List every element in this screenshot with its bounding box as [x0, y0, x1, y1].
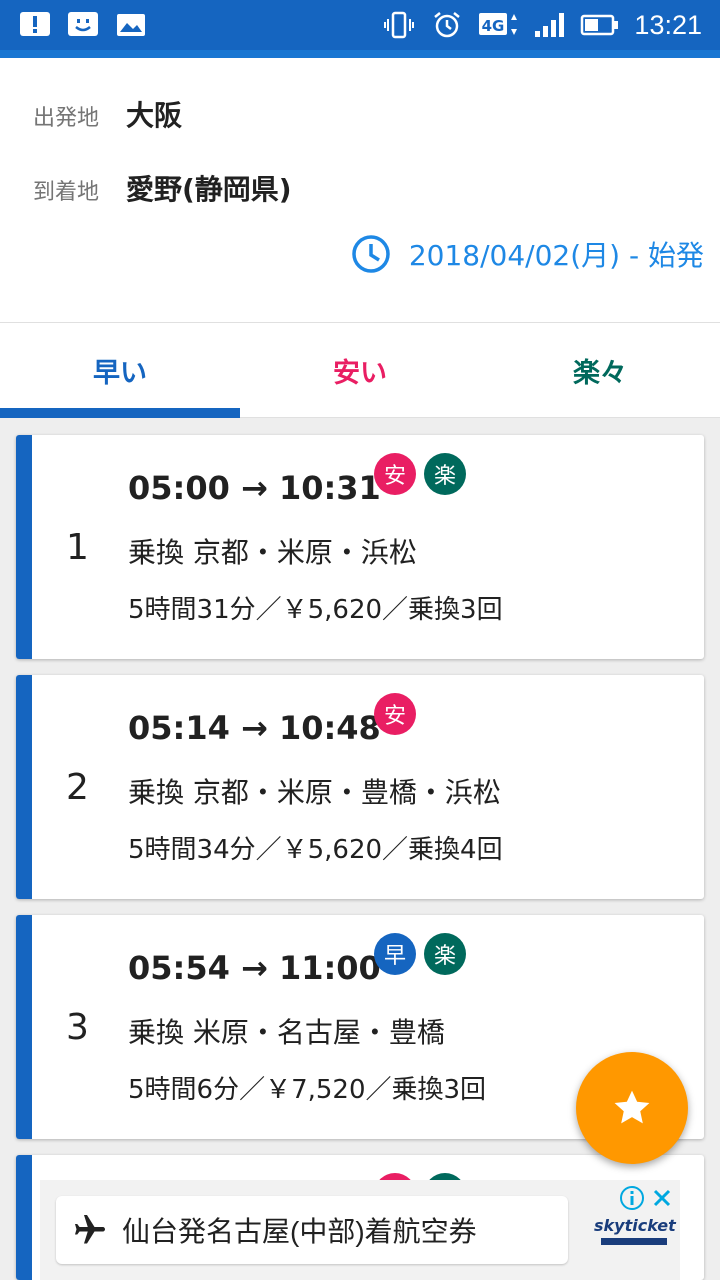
- ad-content[interactable]: 仙台発名古屋(中部)着航空券: [56, 1196, 568, 1264]
- search-summary[interactable]: 出発地 大阪 到着地 愛野(静岡県) 2018/04/02(月) - 始発: [0, 58, 720, 322]
- route-badges: 安: [374, 693, 416, 735]
- card-accent: [16, 1155, 32, 1280]
- alarm-icon: [430, 10, 464, 40]
- arrival-label: 到着地: [33, 180, 100, 205]
- route-transfers: 乗換 京都・米原・浜松: [128, 536, 417, 569]
- signal-icon: [532, 10, 566, 40]
- badge-cheap: 安: [374, 693, 416, 735]
- ad-close-icon[interactable]: [648, 1184, 676, 1212]
- route-number: 2: [66, 767, 89, 808]
- battery-icon: [580, 10, 620, 40]
- badge-cheap: 安: [374, 453, 416, 495]
- badge-easy: 楽: [424, 933, 466, 975]
- tab-cheap[interactable]: 安い: [240, 323, 480, 417]
- status-time: 13:21: [634, 9, 702, 40]
- arrival-value: 愛野(静岡県): [126, 173, 292, 206]
- route-times: 05:54 → 11:00: [128, 949, 381, 987]
- route-transfers: 乗換 京都・米原・豊橋・浜松: [128, 776, 501, 809]
- svg-text:4G: 4G: [482, 17, 505, 35]
- favorite-button[interactable]: [576, 1052, 688, 1164]
- ad-brand-strip: [601, 1238, 667, 1245]
- arrival-row[interactable]: 到着地 愛野(静岡県): [33, 168, 292, 208]
- network-4g-icon: 4G: [478, 10, 518, 40]
- header-strip: [0, 50, 720, 58]
- route-times: 05:00 → 10:31: [128, 469, 381, 507]
- image-icon: [114, 10, 148, 40]
- tab-easy-label: 楽々: [573, 357, 627, 389]
- departure-row[interactable]: 出発地 大阪: [33, 94, 182, 134]
- status-right-icons: 4G 13:21: [382, 10, 702, 41]
- sort-tabs: 早い 安い 楽々: [0, 322, 720, 418]
- route-badges: 安 楽: [374, 453, 466, 495]
- vibrate-icon: [382, 10, 416, 40]
- card-accent: [16, 435, 32, 659]
- ad-banner[interactable]: 仙台発名古屋(中部)着航空券 skyticket: [40, 1180, 680, 1280]
- tab-easy[interactable]: 楽々: [480, 323, 720, 417]
- datetime-row[interactable]: 2018/04/02(月) - 始発: [351, 234, 704, 274]
- route-summary: 5時間34分／￥5,620／乗換4回: [128, 835, 503, 865]
- route-times: 05:14 → 10:48: [128, 709, 381, 747]
- route-badges: 早 楽: [374, 933, 466, 975]
- status-left-icons: [18, 10, 148, 40]
- clock-icon: [351, 234, 391, 274]
- tab-fast[interactable]: 早い: [0, 323, 240, 417]
- route-transfers: 乗換 米原・名古屋・豊橋: [128, 1016, 445, 1049]
- route-summary: 5時間6分／￥7,520／乗換3回: [128, 1075, 487, 1105]
- airplane-icon: [72, 1212, 108, 1248]
- departure-label: 出発地: [33, 106, 100, 131]
- ad-info-icon[interactable]: [618, 1184, 646, 1212]
- tab-fast-label: 早い: [93, 357, 147, 389]
- badge-easy: 楽: [424, 453, 466, 495]
- card-accent: [16, 675, 32, 899]
- card-accent: [16, 915, 32, 1139]
- route-number: 3: [66, 1007, 89, 1048]
- tab-indicator: [0, 408, 240, 418]
- route-summary: 5時間31分／￥5,620／乗換3回: [128, 595, 503, 625]
- badge-fast: 早: [374, 933, 416, 975]
- alert-icon: [18, 10, 52, 40]
- status-bar: 4G 13:21: [0, 0, 720, 50]
- datetime-value: 2018/04/02(月) - 始発: [408, 239, 704, 272]
- departure-value: 大阪: [126, 99, 183, 132]
- route-card-2[interactable]: 2 05:14 → 10:48 安 乗換 京都・米原・豊橋・浜松 5時間34分／…: [16, 675, 704, 899]
- ad-brand-name: skyticket: [594, 1216, 676, 1235]
- ad-brand-logo: skyticket: [594, 1216, 676, 1245]
- star-icon: [610, 1086, 654, 1130]
- tab-cheap-label: 安い: [333, 357, 387, 389]
- route-number: 1: [66, 527, 89, 568]
- route-card-1[interactable]: 1 05:00 → 10:31 安 楽 乗換 京都・米原・浜松 5時間31分／￥…: [16, 435, 704, 659]
- ad-text: 仙台発名古屋(中部)着航空券: [122, 1216, 477, 1247]
- face-icon: [66, 10, 100, 40]
